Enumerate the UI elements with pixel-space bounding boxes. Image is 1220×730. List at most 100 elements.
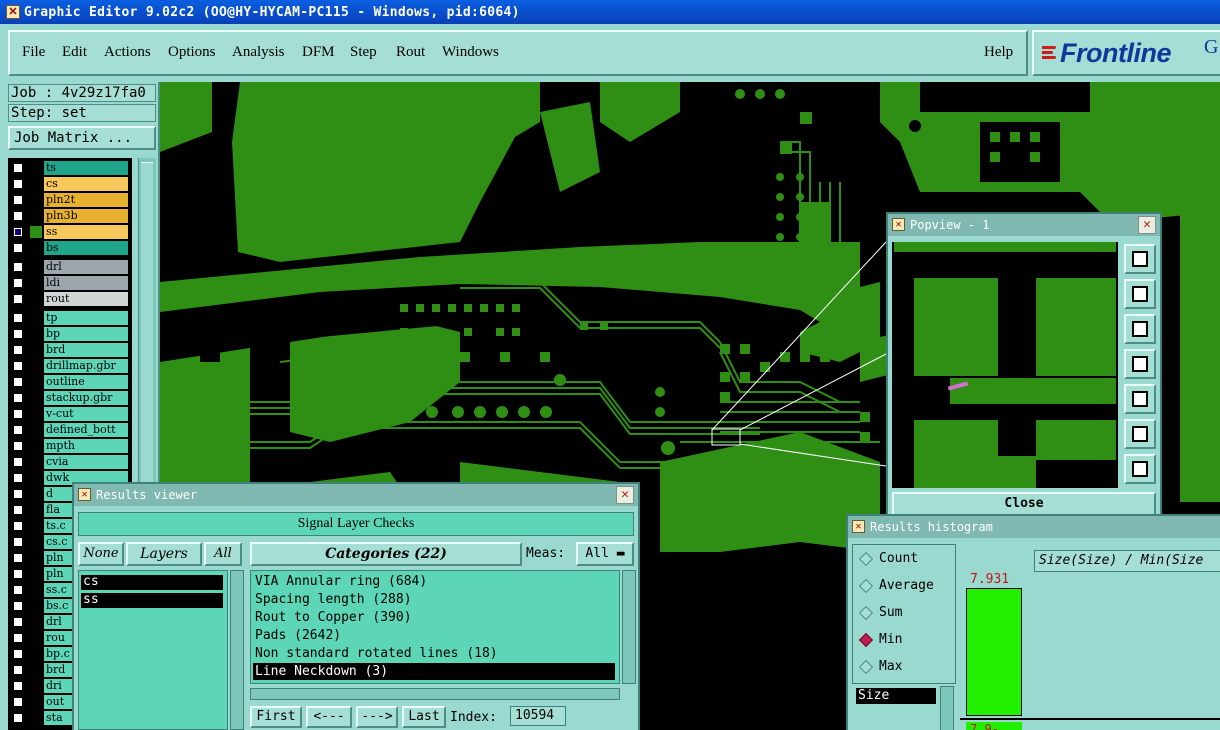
category-item[interactable]: Spacing length (288): [253, 591, 615, 608]
menu-windows[interactable]: Windows: [442, 44, 499, 61]
layer-item-ss[interactable]: ss: [81, 593, 223, 608]
layer-checkbox[interactable]: [12, 504, 24, 516]
layer-row-rout[interactable]: rout: [8, 292, 132, 306]
layer-row-stackup-gbr[interactable]: stackup.gbr: [8, 391, 132, 405]
categories-hscrollbar[interactable]: [250, 688, 620, 700]
layer-checkbox[interactable]: [12, 456, 24, 468]
layer-checkbox[interactable]: [12, 226, 24, 238]
layers-scrollbar[interactable]: [230, 570, 244, 730]
popview-titlebar[interactable]: ✕ Popview - 1 ✕: [888, 214, 1160, 236]
radio-sum[interactable]: Sum: [858, 603, 902, 623]
layer-row-mpth[interactable]: mpth: [8, 439, 132, 453]
layer-checkbox[interactable]: [12, 536, 24, 548]
menu-dfm[interactable]: DFM: [302, 44, 335, 61]
popview-canvas[interactable]: [892, 242, 1118, 488]
layer-checkbox[interactable]: [12, 277, 24, 289]
category-item[interactable]: Pads (2642): [253, 627, 615, 644]
categories-scrollbar[interactable]: [622, 570, 636, 684]
layer-row-tp[interactable]: tp: [8, 311, 132, 325]
pan-right-button[interactable]: [1124, 384, 1156, 414]
layer-checkbox[interactable]: [12, 312, 24, 324]
meas-select[interactable]: All ▬: [576, 542, 634, 566]
layer-row-cs[interactable]: cs: [8, 177, 132, 191]
popview-close-icon[interactable]: ✕: [1138, 216, 1156, 234]
layer-checkbox[interactable]: [12, 568, 24, 580]
histogram-bar[interactable]: [966, 588, 1022, 716]
layer-row-drillmap-gbr[interactable]: drillmap.gbr: [8, 359, 132, 373]
layer-checkbox[interactable]: [12, 440, 24, 452]
layer-row-brd[interactable]: brd: [8, 343, 132, 357]
size-list-scrollbar[interactable]: [940, 686, 954, 730]
layer-checkbox[interactable]: [12, 194, 24, 206]
last-button[interactable]: Last: [402, 706, 446, 728]
layer-checkbox[interactable]: [12, 261, 24, 273]
layer-row-v-cut[interactable]: v-cut: [8, 407, 132, 421]
job-matrix-button[interactable]: Job Matrix ...: [8, 126, 156, 150]
zoom-fit-button[interactable]: [1124, 244, 1156, 274]
layer-checkbox[interactable]: [12, 584, 24, 596]
layer-row-drl[interactable]: drl: [8, 260, 132, 274]
layers-none-button[interactable]: None: [78, 542, 124, 566]
layer-checkbox[interactable]: [12, 600, 24, 612]
radio-count[interactable]: Count: [858, 549, 918, 569]
layers-all-button[interactable]: All: [204, 542, 242, 566]
layer-checkbox[interactable]: [12, 242, 24, 254]
menu-file[interactable]: File: [22, 44, 45, 61]
layer-checkbox[interactable]: [12, 360, 24, 372]
zoom-out-button[interactable]: [1124, 454, 1156, 484]
menu-analysis[interactable]: Analysis: [232, 44, 285, 61]
next-button[interactable]: --->: [356, 706, 398, 728]
size-list-item[interactable]: Size: [856, 688, 936, 704]
layer-checkbox[interactable]: [12, 632, 24, 644]
layer-checkbox[interactable]: [12, 376, 24, 388]
category-item[interactable]: Non standard rotated lines (18): [253, 645, 615, 662]
layer-checkbox[interactable]: [12, 696, 24, 708]
menu-edit[interactable]: Edit: [62, 44, 87, 61]
menu-rout[interactable]: Rout: [396, 44, 425, 61]
pan-up-button[interactable]: [1124, 279, 1156, 309]
layer-checkbox[interactable]: [12, 520, 24, 532]
results-histogram-titlebar[interactable]: ✕ Results histogram: [848, 516, 1220, 538]
layer-row-ss[interactable]: ss: [8, 225, 132, 239]
layer-row-cvia[interactable]: cvia: [8, 455, 132, 469]
radio-average[interactable]: Average: [858, 576, 934, 596]
layer-checkbox[interactable]: [12, 488, 24, 500]
layer-checkbox[interactable]: [12, 424, 24, 436]
layer-checkbox[interactable]: [12, 328, 24, 340]
results-viewer-titlebar[interactable]: ✕ Results viewer ✕: [74, 484, 638, 506]
layer-row-pln2t[interactable]: pln2t: [8, 193, 132, 207]
layer-row-pln3b[interactable]: pln3b: [8, 209, 132, 223]
layer-row-outline[interactable]: outline: [8, 375, 132, 389]
layer-checkbox[interactable]: [12, 178, 24, 190]
layer-checkbox[interactable]: [12, 680, 24, 692]
layer-checkbox[interactable]: [12, 616, 24, 628]
category-item[interactable]: Rout to Copper (390): [253, 609, 615, 626]
layer-checkbox[interactable]: [12, 552, 24, 564]
layer-checkbox[interactable]: [12, 162, 24, 174]
layer-checkbox[interactable]: [12, 392, 24, 404]
index-input[interactable]: 10594: [510, 706, 566, 726]
layer-checkbox[interactable]: [12, 293, 24, 305]
layer-checkbox[interactable]: [12, 344, 24, 356]
menu-step[interactable]: Step: [350, 44, 377, 61]
radio-min[interactable]: Min: [858, 630, 902, 650]
pan-down-button[interactable]: [1124, 314, 1156, 344]
menu-options[interactable]: Options: [168, 44, 216, 61]
layer-checkbox[interactable]: [12, 712, 24, 724]
radio-max[interactable]: Max: [858, 657, 902, 677]
layer-row-bp[interactable]: bp: [8, 327, 132, 341]
layer-checkbox[interactable]: [12, 472, 24, 484]
layer-row-ts[interactable]: ts: [8, 161, 132, 175]
layer-item-cs[interactable]: cs: [81, 575, 223, 590]
popview-close-button[interactable]: Close: [892, 492, 1156, 516]
layer-checkbox[interactable]: [12, 664, 24, 676]
layer-checkbox[interactable]: [12, 408, 24, 420]
prev-button[interactable]: <---: [306, 706, 352, 728]
layer-checkbox[interactable]: [12, 648, 24, 660]
layer-row-bs[interactable]: bs: [8, 241, 132, 255]
layer-row-defined-bott[interactable]: defined_bott: [8, 423, 132, 437]
category-item[interactable]: VIA Annular ring (684): [253, 573, 615, 590]
category-item-selected[interactable]: Line Neckdown (3): [253, 663, 615, 680]
menu-help[interactable]: Help: [984, 44, 1013, 61]
pan-left-button[interactable]: [1124, 349, 1156, 379]
